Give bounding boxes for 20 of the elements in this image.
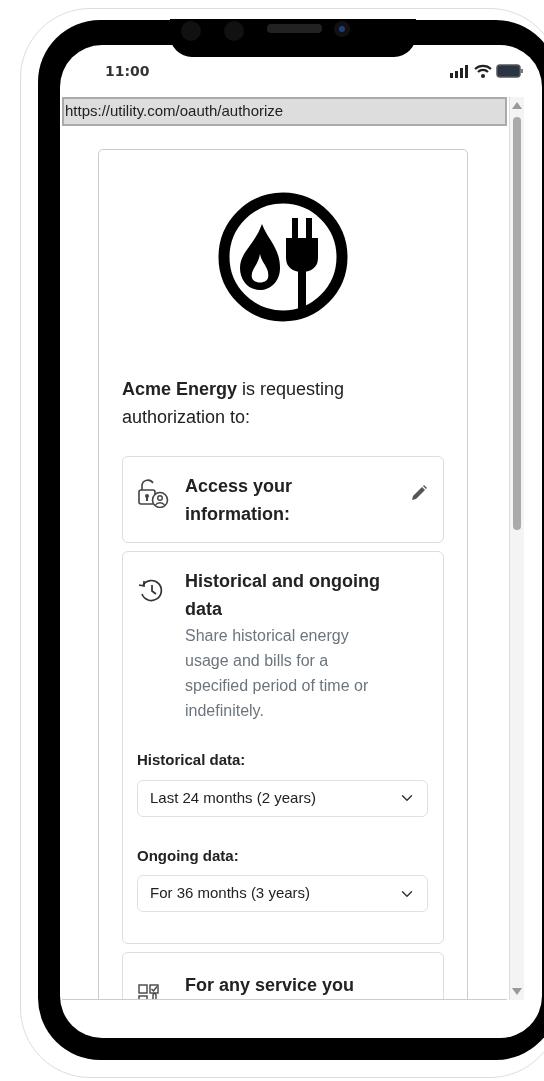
address-bar[interactable]: https://utility.com/oauth/authorize <box>62 97 507 126</box>
scroll-up-icon[interactable] <box>512 101 522 109</box>
lock-person-icon <box>137 478 169 508</box>
edit-icon[interactable] <box>410 483 428 502</box>
permission-description: Share historical energy usage and bills for a specified period of time or indefinitely. <box>185 626 370 721</box>
history-icon <box>137 577 165 603</box>
permission-title: For any service you <box>185 974 356 997</box>
period-select[interactable]: For 36 months (3 years) <box>137 875 428 912</box>
scrollbar-thumb[interactable] <box>513 117 521 530</box>
signal-icon <box>450 64 470 78</box>
field-label: Ongoing data: <box>137 845 240 866</box>
permission-title: Access your information: <box>185 475 294 526</box>
status-time: 11:00 <box>105 61 150 81</box>
scroll-down-icon[interactable] <box>512 988 522 996</box>
field-label: Historical data: <box>137 750 247 770</box>
battery-icon <box>496 64 524 78</box>
period-select[interactable]: Last 24 months (2 years) <box>137 779 428 817</box>
permission-title: Historical and ongoing data <box>185 570 381 621</box>
wifi-icon <box>474 64 492 78</box>
authorization-request-text: Acme Energy is requesting authorization to: <box>122 378 346 429</box>
